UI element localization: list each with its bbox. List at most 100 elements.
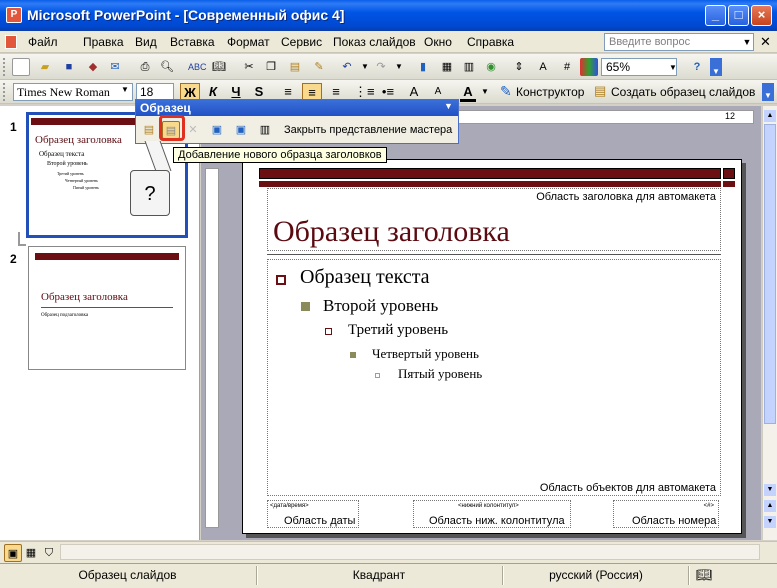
master-toolbar-title[interactable]: Образец [136,100,458,116]
previous-slide-icon[interactable]: ▲ [764,500,776,512]
spelling-status-icon[interactable]: 📖︎ [696,567,713,583]
insert-chart-icon[interactable]: ▮ [414,58,432,76]
delete-master-icon[interactable]: ✕ [184,121,202,139]
thumbnail-slide-2[interactable]: Образец заголовка Образец подзаголовка [28,246,186,370]
zoom-dropdown-icon[interactable]: ▼ [664,59,682,77]
research-icon[interactable]: 📖︎ [210,58,228,76]
rename-master-icon[interactable]: ▣ [232,121,250,139]
body-level2[interactable]: Второй уровень [323,296,438,316]
bullet-level1-icon [276,275,286,285]
slide-sorter-view-icon[interactable]: ▦ [22,544,40,562]
cut-icon[interactable]: ✂ [240,58,258,76]
font-color-dropdown-icon[interactable]: ▼ [481,87,489,96]
slide-title[interactable]: Образец заголовка [273,215,510,249]
header-square [723,168,735,179]
body-level4[interactable]: Четвертый уровень [372,346,479,362]
help-search-input[interactable]: Введите вопрос [604,33,754,51]
email-icon[interactable]: ✉ [106,58,124,76]
close-button[interactable]: × [751,5,772,26]
slideshow-view-icon[interactable]: ⛉ [40,544,58,562]
new-master-icon[interactable]: ▤ [594,83,606,99]
redo-icon[interactable]: ↷ [372,58,390,76]
menu-tools[interactable]: Сервис [281,35,322,49]
normal-view-icon[interactable]: ▣ [4,544,22,562]
print-icon[interactable]: ⎙ [136,58,154,76]
spelling-icon[interactable]: ABC [188,58,207,76]
redo-dropdown-icon[interactable]: ▼ [390,58,408,76]
master-toolbar-dropdown-icon[interactable]: ▼ [444,101,453,111]
paste-icon[interactable]: ▤ [286,58,304,76]
thumbnail-level3: Третий уровень [57,171,84,176]
menu-bar: Файл Правка Вид Вставка Формат Сервис По… [0,31,777,53]
scroll-thumb[interactable] [764,124,776,424]
vertical-ruler[interactable] [205,168,219,528]
thumbnail-title: Образец заголовка [41,291,128,303]
preserve-master-icon[interactable]: ▣ [208,121,226,139]
title-placeholder[interactable]: Область заголовка для автомакета Образец… [267,188,721,251]
insert-new-slide-master-icon[interactable]: ▤ [140,121,158,139]
scroll-down-icon[interactable]: ▼ [764,484,776,496]
body-level5[interactable]: Пятый уровень [398,366,482,382]
status-separator [688,566,690,585]
menu-help[interactable]: Справка [467,35,514,49]
help-icon[interactable]: ? [688,58,706,76]
header-square-lower [723,181,735,187]
show-formatting-icon[interactable]: A [534,58,552,76]
thumbnail-number: 2 [10,252,17,266]
minimize-button[interactable]: _ [705,5,726,26]
question-callout: ? [130,170,170,216]
powerpoint-app-icon[interactable]: P [6,7,22,23]
color-grayscale-icon[interactable] [580,58,598,76]
body-placeholder[interactable]: Образец текста Второй уровень Третий уро… [267,259,721,496]
doc-close-icon[interactable]: ✕ [760,34,771,50]
copy-icon[interactable]: ❐ [262,58,280,76]
font-select[interactable]: Times New Roman [13,83,133,101]
next-slide-icon[interactable]: ▼ [764,516,776,528]
footer-placeholder[interactable]: <нижний колонтитул> Область ниж. колонти… [413,500,571,528]
format-painter-icon[interactable]: ✎ [310,58,328,76]
body-level1[interactable]: Образец текста [300,266,430,289]
vertical-scrollbar[interactable]: ▲ ▼ ▲ ▼ [762,106,777,540]
menu-window[interactable]: Окно [424,35,452,49]
insert-diagram-icon[interactable]: ◉ [482,58,500,76]
menu-insert[interactable]: Вставка [170,35,215,49]
menu-format[interactable]: Формат [227,35,270,49]
undo-icon[interactable]: ↶ [338,58,356,76]
toolbar-options-icon[interactable]: ▼ [762,83,774,101]
toolbar-options-icon[interactable]: ▼ [710,58,722,76]
font-dropdown-icon[interactable]: ▼ [121,85,129,94]
document-icon[interactable] [5,35,17,49]
scroll-up-icon[interactable]: ▲ [764,110,776,122]
toolbar-grip[interactable] [3,83,6,101]
save-icon[interactable]: ■ [60,58,78,76]
thumbnail-text: Образец текста [39,150,85,158]
menu-view[interactable]: Вид [135,35,157,49]
master-layout-icon[interactable]: ▥ [256,121,274,139]
objects-area-label: Область объектов для автомакета [539,482,716,494]
designer-icon[interactable]: ✎ [500,83,512,100]
new-slide-master-button[interactable]: Создать образец слайдов [611,85,755,99]
grid-icon[interactable]: # [558,58,576,76]
bullet-level5-icon [375,373,380,378]
body-level3[interactable]: Третий уровень [348,322,448,339]
designer-button[interactable]: Конструктор [516,85,584,99]
expand-icon[interactable]: ⇕ [510,58,528,76]
maximize-button[interactable]: □ [728,5,749,26]
menu-slideshow[interactable]: Показ слайдов [333,35,416,49]
horizontal-scrollbar[interactable] [60,544,760,560]
tables-borders-icon[interactable]: ▥ [460,58,478,76]
new-document-icon[interactable] [12,58,30,76]
close-master-view-button[interactable]: Закрыть представление мастера [284,124,452,136]
number-placeholder[interactable]: <#> Область номера [613,500,719,528]
status-view: Образец слайдов [78,568,177,582]
help-dropdown-icon[interactable]: ▼ [741,34,753,50]
slide-master-canvas[interactable]: Область заголовка для автомакета Образец… [242,159,742,534]
menu-edit[interactable]: Правка [83,35,124,49]
toolbar-grip[interactable] [3,58,6,76]
open-folder-icon[interactable]: ▰ [36,58,54,76]
insert-table-icon[interactable]: ▦ [438,58,456,76]
date-placeholder[interactable]: <дата/время> Область даты [267,500,359,528]
menu-file[interactable]: Файл [28,35,58,49]
print-preview-icon[interactable]: 🔍︎ [158,58,176,76]
permission-icon[interactable]: ◆ [84,58,102,76]
